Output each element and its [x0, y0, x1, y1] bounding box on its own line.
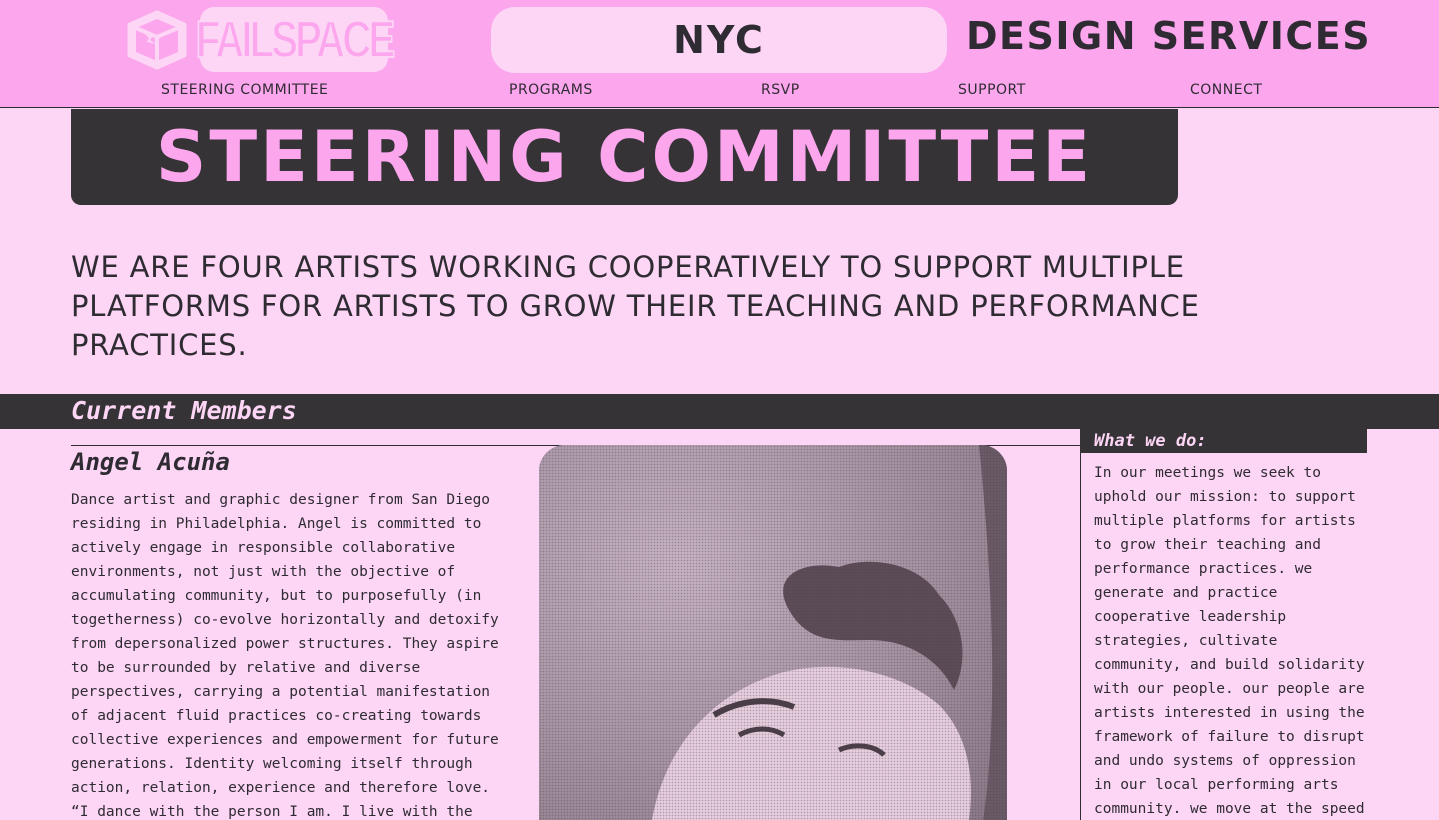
failspace-logo[interactable]: FAILSPACE	[195, 7, 396, 72]
design-services-link[interactable]: DESIGN SERVICES	[966, 14, 1406, 64]
sidebar-border	[1080, 453, 1081, 820]
cube-logo-icon[interactable]	[126, 10, 188, 70]
members-section-title: Current Members	[71, 396, 297, 425]
nav-support[interactable]: SUPPORT	[958, 82, 1026, 100]
portrait-photo	[539, 445, 1007, 820]
site-header: FAILSPACE NYC DESIGN SERVICES STEERING C…	[0, 0, 1439, 108]
logo-text: FAILSPACE	[195, 10, 396, 70]
nav-connect[interactable]: CONNECT	[1190, 82, 1262, 100]
sidebar-text: In our meetings we seek to uphold our mi…	[1094, 465, 1365, 817]
intro-statement: WE ARE FOUR ARTISTS WORKING COOPERATIVEL…	[71, 250, 1200, 362]
nav-rsvp[interactable]: RSVP	[761, 82, 800, 100]
member-portrait	[539, 445, 1007, 820]
member-name: Angel Acuña	[71, 448, 230, 476]
member-bio: Dance artist and graphic designer from S…	[71, 492, 499, 820]
members-section-bar: Current Members	[0, 394, 1439, 429]
sidebar-heading: What we do:	[1094, 431, 1207, 451]
page-title-banner: STEERING COMMITTEE	[71, 109, 1178, 205]
nav-programs[interactable]: PROGRAMS	[509, 82, 593, 100]
page-title: STEERING COMMITTEE	[155, 116, 1094, 198]
nav-steering-committee[interactable]: STEERING COMMITTEE	[161, 82, 328, 100]
sidebar-heading-bar: What we do:	[1080, 429, 1367, 453]
city-selector[interactable]: NYC	[491, 7, 947, 73]
